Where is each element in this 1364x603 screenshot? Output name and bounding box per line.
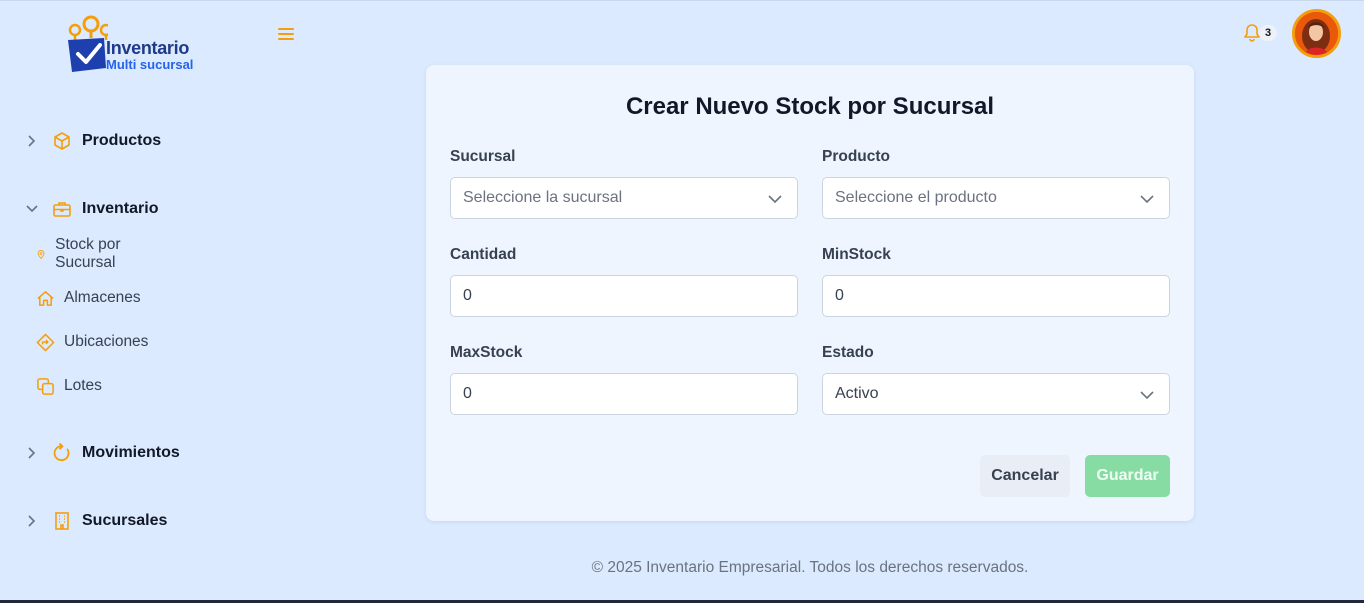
estado-value: Activo	[835, 385, 879, 402]
producto-select[interactable]: Seleccione el producto	[822, 177, 1170, 219]
sidebar-section-movimientos[interactable]: Movimientos	[24, 441, 180, 465]
brand-name: Inventario	[106, 38, 190, 58]
footer-copyright: © 2025 Inventario Empresarial. Todos los…	[591, 559, 1029, 576]
chevron-right-icon	[28, 447, 36, 459]
chevron-right-icon	[28, 515, 36, 527]
top-border	[0, 0, 1364, 1]
sidebar-section-inventario[interactable]: Inventario	[24, 197, 158, 221]
sucursal-label: Sucursal	[450, 148, 516, 165]
sucursal-placeholder: Seleccione la sucursal	[463, 189, 623, 206]
map-pin-icon	[37, 249, 45, 259]
logo-map-pins-icon	[68, 15, 108, 72]
brand-logo[interactable]: Inventario Multi sucursal	[64, 12, 204, 76]
refresh-icon	[53, 443, 70, 462]
create-stock-form-card: Crear Nuevo Stock por Sucursal Sucursal …	[426, 65, 1194, 521]
sidebar-item-stock-por-sucursal[interactable]: Stock por Sucursal	[36, 236, 124, 271]
maxstock-label: MaxStock	[450, 344, 523, 361]
sidebar-section-label: Sucursales	[82, 512, 168, 529]
sidebar-section-sucursales[interactable]: Sucursales	[24, 509, 167, 533]
chevron-down-icon	[1140, 195, 1154, 204]
chevron-right-icon	[28, 135, 36, 147]
sidebar-item-almacenes[interactable]: Almacenes	[36, 287, 141, 309]
cancel-button[interactable]: Cancelar	[980, 455, 1070, 497]
cantidad-input[interactable]: 0	[450, 275, 798, 317]
estado-label: Estado	[822, 344, 874, 361]
sucursal-select[interactable]: Seleccione la sucursal	[450, 177, 798, 219]
producto-label: Producto	[822, 148, 891, 165]
sidebar-item-label: Lotes	[64, 377, 102, 394]
sidebar-section-label: Productos	[82, 132, 162, 149]
chevron-down-icon	[768, 195, 782, 204]
estado-select[interactable]: Activo	[822, 373, 1170, 415]
briefcase-icon	[53, 202, 71, 217]
sidebar-item-ubicaciones[interactable]: Ubicaciones	[36, 331, 148, 353]
minstock-input[interactable]: 0	[822, 275, 1170, 317]
home-icon	[37, 290, 54, 306]
minstock-label: MinStock	[822, 246, 891, 263]
copy-icon	[37, 377, 54, 395]
directions-icon	[36, 333, 55, 351]
notification-count-badge: 3	[1259, 25, 1277, 41]
minstock-value: 0	[835, 287, 844, 304]
chevron-down-icon	[26, 205, 38, 213]
avatar-portrait-icon	[1295, 12, 1338, 55]
sidebar-section-label: Inventario	[82, 200, 159, 217]
sidebar-section-productos[interactable]: Productos	[24, 129, 161, 153]
form-title: Crear Nuevo Stock por Sucursal	[625, 93, 995, 120]
sidebar-item-label: Stock por Sucursal	[55, 236, 121, 271]
cantidad-label: Cantidad	[450, 246, 517, 263]
cube-icon	[54, 132, 70, 150]
chevron-down-icon	[1140, 391, 1154, 400]
sidebar-item-lotes[interactable]: Lotes	[36, 375, 102, 397]
cantidad-value: 0	[463, 287, 472, 304]
maxstock-value: 0	[463, 385, 472, 402]
building-icon	[55, 512, 69, 530]
hamburger-icon[interactable]	[277, 25, 297, 43]
user-avatar[interactable]	[1292, 9, 1341, 58]
maxstock-input[interactable]: 0	[450, 373, 798, 415]
producto-placeholder: Seleccione el producto	[835, 189, 997, 206]
sidebar-item-label: Ubicaciones	[64, 333, 149, 350]
sidebar-item-label: Almacenes	[64, 289, 141, 306]
sidebar-section-label: Movimientos	[82, 444, 180, 461]
brand-subtitle: Multi sucursal	[106, 57, 194, 72]
save-button[interactable]: Guardar	[1085, 455, 1170, 497]
